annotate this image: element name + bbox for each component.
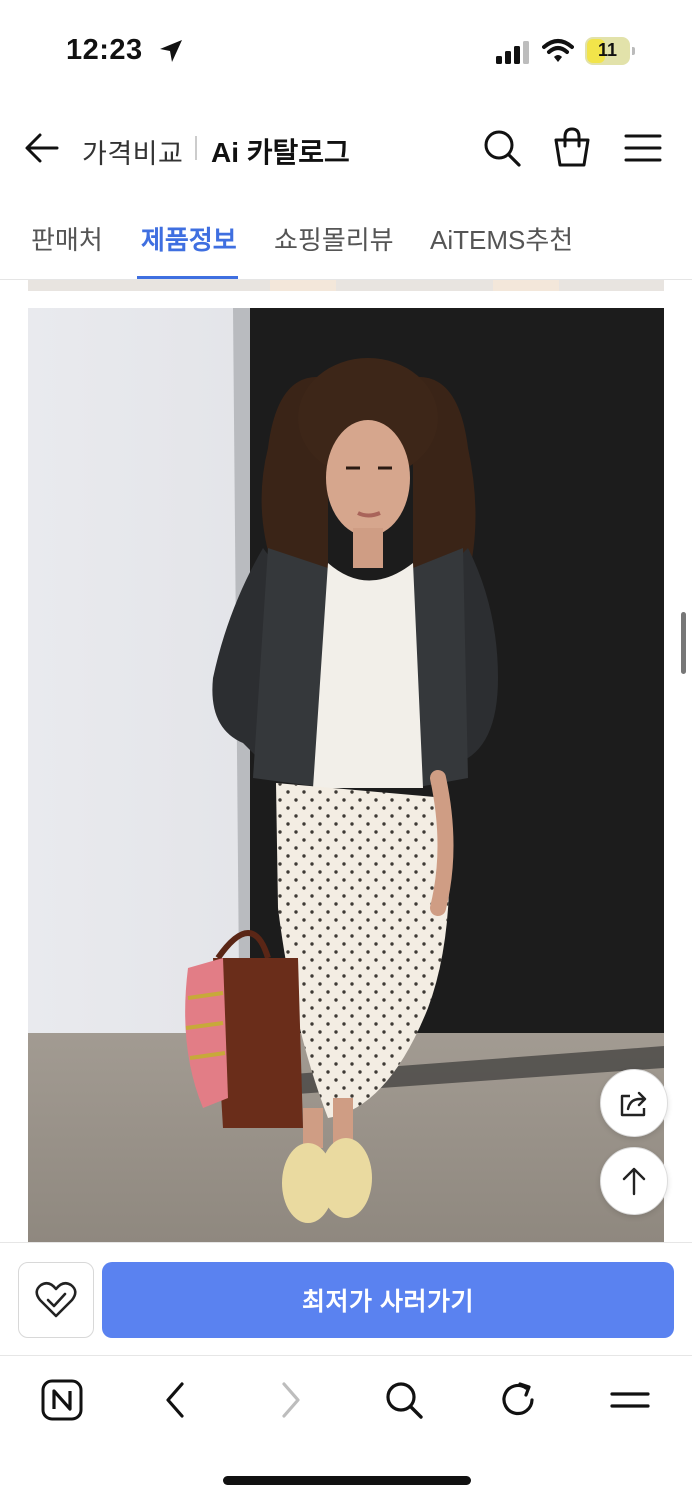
header-title[interactable]: 가격비교 bbox=[82, 132, 183, 171]
search-icon[interactable] bbox=[482, 128, 522, 168]
browser-back-icon[interactable] bbox=[154, 1378, 198, 1422]
tab-mall-reviews[interactable]: 쇼핑몰리뷰 bbox=[274, 220, 394, 257]
back-arrow-icon[interactable] bbox=[24, 130, 60, 166]
tab-sellers[interactable]: 판매처 bbox=[31, 220, 103, 257]
browser-forward-icon[interactable] bbox=[268, 1378, 312, 1422]
previous-image-edge bbox=[28, 280, 664, 291]
shopping-bag-icon[interactable] bbox=[552, 126, 592, 168]
browser-search-icon[interactable] bbox=[382, 1378, 426, 1422]
brand-name-label: 카탈로그 bbox=[246, 137, 350, 168]
tab-product-info[interactable]: 제품정보 bbox=[141, 220, 237, 257]
arrow-up-icon bbox=[622, 1167, 646, 1196]
battery-level: 11 bbox=[597, 40, 618, 60]
cellular-signal-icon bbox=[496, 41, 529, 64]
heart-check-icon bbox=[35, 1281, 77, 1318]
menu-icon[interactable] bbox=[624, 133, 662, 163]
product-photo-illustration bbox=[28, 308, 664, 1242]
brand-ai-label: Ai bbox=[211, 137, 239, 168]
location-arrow-icon bbox=[160, 40, 182, 62]
naver-home-icon[interactable] bbox=[40, 1378, 84, 1422]
header-brand[interactable]: Ai 카탈로그 bbox=[211, 131, 350, 171]
product-photo bbox=[28, 308, 664, 1242]
buy-lowest-price-button[interactable]: 최저가 사러가기 bbox=[102, 1262, 674, 1338]
active-tab-indicator bbox=[137, 276, 238, 279]
wifi-icon bbox=[542, 39, 574, 62]
browser-menu-icon[interactable] bbox=[608, 1378, 652, 1422]
home-indicator[interactable] bbox=[223, 1476, 471, 1485]
reload-icon[interactable] bbox=[496, 1378, 540, 1422]
header-divider bbox=[195, 136, 197, 160]
tab-bar: 판매처 제품정보 쇼핑몰리뷰 AiTEMS추천 bbox=[0, 196, 692, 280]
app-header: 가격비교 Ai 카탈로그 bbox=[0, 100, 692, 196]
scroll-to-top-button[interactable] bbox=[600, 1147, 668, 1215]
bottom-action-bar: 최저가 사러가기 bbox=[0, 1242, 692, 1356]
share-icon bbox=[620, 1091, 647, 1117]
wishlist-button[interactable] bbox=[18, 1262, 94, 1338]
scrollbar[interactable] bbox=[681, 612, 686, 674]
status-time: 12:23 bbox=[66, 34, 143, 66]
share-button[interactable] bbox=[600, 1069, 668, 1137]
status-bar: 12:23 11 bbox=[0, 0, 692, 100]
battery-icon: 11 bbox=[585, 37, 635, 65]
tab-aitems-recommend[interactable]: AiTEMS추천 bbox=[430, 220, 573, 257]
